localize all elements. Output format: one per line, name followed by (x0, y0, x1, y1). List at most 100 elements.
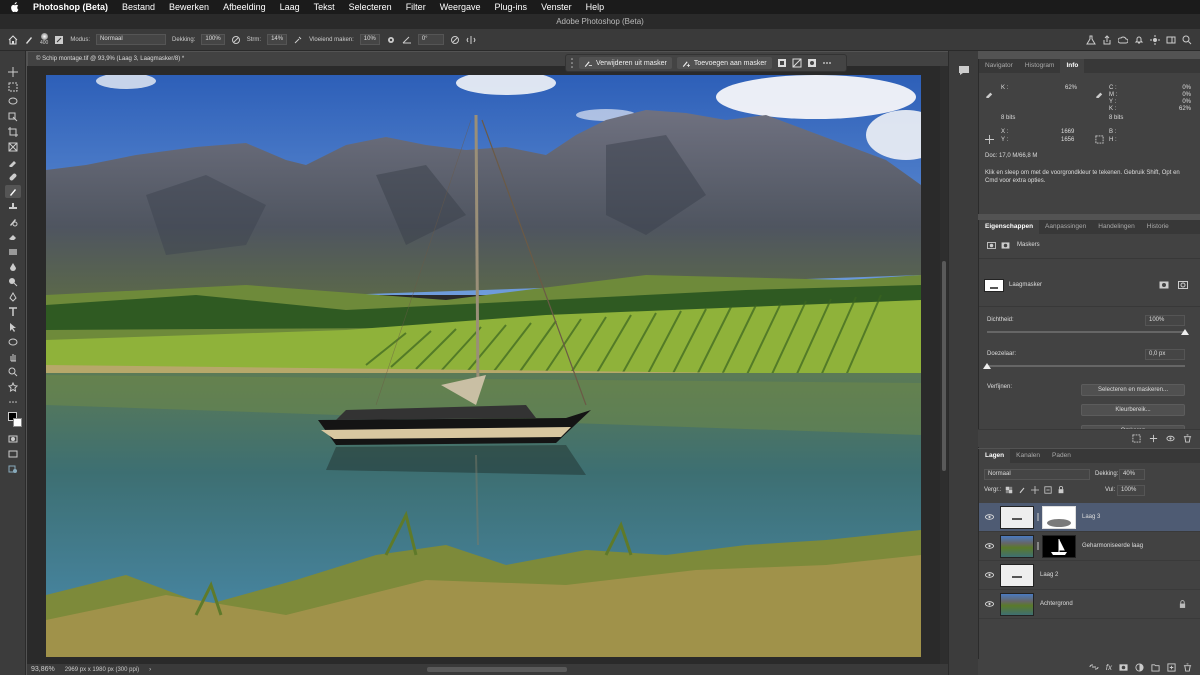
blend-mode-select[interactable]: Normaal (984, 469, 1090, 480)
more-options-icon[interactable] (822, 58, 832, 68)
layer-name[interactable]: Achtergrond (1040, 601, 1073, 607)
menu-weergave[interactable]: Weergave (440, 2, 481, 12)
feather-slider[interactable] (987, 365, 1185, 367)
mask-thumbnail[interactable] (984, 279, 1004, 292)
eyedropper-tool[interactable] (5, 155, 21, 168)
tab-handelingen[interactable]: Handelingen (1092, 220, 1141, 234)
fx-button[interactable]: fx (1106, 663, 1112, 672)
layer-row-laag-2[interactable]: Laag 2 (979, 561, 1200, 590)
load-selection-icon[interactable] (1132, 434, 1141, 443)
generative-button[interactable] (5, 462, 21, 475)
home-icon[interactable] (8, 34, 18, 45)
menu-tekst[interactable]: Tekst (314, 2, 335, 12)
background-color[interactable] (12, 418, 22, 427)
shape-tool[interactable] (5, 335, 21, 348)
symmetry-icon[interactable] (466, 35, 476, 45)
document-canvas[interactable] (46, 75, 921, 657)
marquee-tool[interactable] (5, 80, 21, 93)
eraser-tool[interactable] (5, 230, 21, 243)
visibility-icon[interactable] (1166, 434, 1175, 443)
zoom-tool[interactable] (5, 365, 21, 378)
cloud-icon[interactable] (1118, 35, 1128, 45)
brush-settings-icon[interactable] (54, 35, 64, 45)
apple-icon[interactable] (10, 2, 19, 12)
pressure-size-icon[interactable] (450, 35, 460, 45)
workspace-icon[interactable] (1166, 35, 1176, 45)
angle-field[interactable]: 0° (417, 34, 444, 45)
feather-slider-thumb[interactable] (983, 363, 991, 369)
screen-mode-button[interactable] (5, 447, 21, 460)
layer-row-laag-3[interactable]: Laag 3 (979, 503, 1200, 532)
color-swatches[interactable] (5, 410, 22, 430)
link-icon[interactable] (1036, 513, 1040, 521)
airbrush-icon[interactable] (293, 35, 303, 45)
pixel-mask-icon[interactable] (987, 242, 996, 249)
mask-feather-icon[interactable] (792, 58, 802, 68)
group-folder-icon[interactable] (1151, 663, 1160, 672)
brush-tool-icon[interactable] (24, 35, 34, 45)
vector-mask-add-icon[interactable] (1178, 281, 1188, 289)
quick-mask-button[interactable] (5, 432, 21, 445)
dodge-tool[interactable] (5, 275, 21, 288)
trash-icon[interactable] (1183, 434, 1192, 443)
brush-preset[interactable]: 400 (40, 33, 48, 46)
path-select-tool[interactable] (5, 320, 21, 333)
frame-tool[interactable] (5, 140, 21, 153)
move-tool[interactable] (5, 65, 21, 78)
flow-field[interactable]: 14% (267, 34, 288, 45)
comment-icon[interactable] (958, 65, 970, 76)
layer-row-geharmoniseerde-laag[interactable]: Geharmoniseerde laag (979, 532, 1200, 561)
eye-icon[interactable] (985, 601, 994, 607)
lock-transparent-icon[interactable] (1005, 486, 1013, 494)
status-chevron-icon[interactable]: › (149, 667, 151, 673)
fill-field[interactable]: 100% (1117, 485, 1145, 496)
brightness-icon[interactable] (1150, 34, 1160, 45)
menu-plugins[interactable]: Plug-ins (495, 2, 528, 12)
layer-thumbnail[interactable] (1000, 563, 1034, 587)
menu-app-name[interactable]: Photoshop (Beta) (33, 2, 108, 12)
layer-name[interactable]: Geharmoniseerde laag (1082, 543, 1143, 549)
layer-thumbnail[interactable] (1000, 592, 1034, 616)
tab-paden[interactable]: Paden (1046, 449, 1077, 463)
layer-thumbnail[interactable] (1000, 505, 1034, 529)
menu-help[interactable]: Help (586, 2, 605, 12)
edit-toolbar[interactable] (5, 380, 21, 393)
share-icon[interactable] (1102, 34, 1112, 45)
smoothing-field[interactable]: 10% (359, 34, 380, 45)
vector-mask-icon[interactable] (1001, 242, 1010, 249)
zoom-level[interactable]: 93,86% (31, 666, 55, 673)
select-and-mask-button[interactable]: Selecteren en maskeren... (1081, 384, 1185, 396)
layer-row-achtergrond[interactable]: Achtergrond (979, 590, 1200, 619)
mask-fill-icon[interactable] (807, 58, 817, 68)
tab-histogram[interactable]: Histogram (1019, 59, 1061, 73)
layer-thumbnail[interactable] (1000, 534, 1034, 558)
tab-info[interactable]: Info (1060, 59, 1085, 73)
invert-mask-icon[interactable] (777, 58, 787, 68)
mode-select[interactable]: Normaal (96, 34, 167, 45)
eye-icon[interactable] (985, 572, 994, 578)
feather-field[interactable]: 0,0 px (1145, 349, 1185, 360)
flask-icon[interactable] (1086, 35, 1096, 45)
document-info[interactable]: 2969 px x 1980 px (300 ppi) (65, 667, 139, 673)
object-select-tool[interactable] (5, 110, 21, 123)
apply-mask-icon[interactable] (1159, 281, 1169, 289)
add-to-mask-button[interactable]: Toevoegen aan masker (676, 57, 772, 69)
lasso-tool[interactable] (5, 95, 21, 108)
menu-bestand[interactable]: Bestand (122, 2, 155, 12)
new-layer-icon[interactable] (1167, 662, 1176, 672)
pressure-opacity-icon[interactable] (231, 35, 241, 45)
bell-icon[interactable] (1134, 35, 1144, 45)
tab-aanpassingen[interactable]: Aanpassingen (1039, 220, 1092, 234)
adjustment-layer-icon[interactable] (1135, 662, 1144, 672)
color-range-button[interactable]: Kleurbereik... (1081, 404, 1185, 416)
density-field[interactable]: 100% (1145, 315, 1185, 326)
horizontal-scroll-thumb[interactable] (427, 667, 567, 672)
density-slider-thumb[interactable] (1181, 329, 1189, 335)
more-tools[interactable] (5, 395, 21, 408)
link-icon[interactable] (1036, 542, 1040, 550)
pen-tool[interactable] (5, 290, 21, 303)
menu-bewerken[interactable]: Bewerken (169, 2, 209, 12)
clone-stamp-tool[interactable] (5, 200, 21, 213)
tab-historie[interactable]: Historie (1141, 220, 1175, 234)
type-tool[interactable] (5, 305, 21, 318)
